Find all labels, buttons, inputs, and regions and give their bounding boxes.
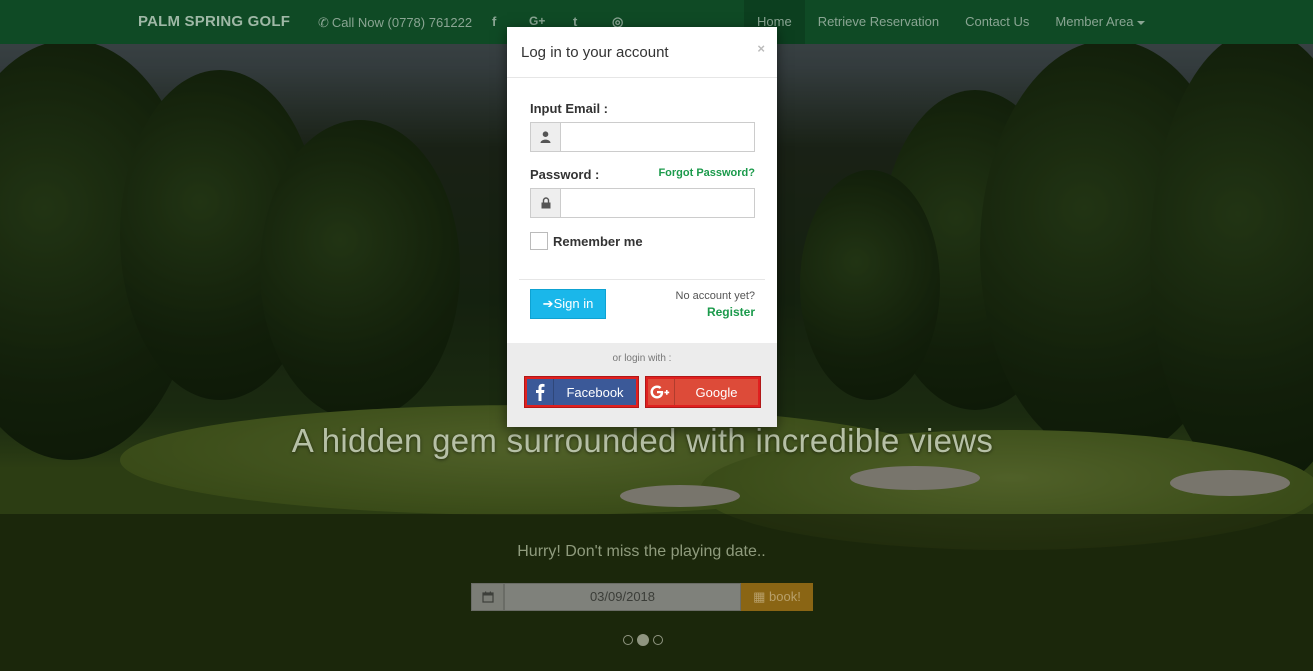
- email-input-group: [530, 122, 755, 152]
- google-login-button[interactable]: Google: [646, 377, 760, 407]
- user-icon: [530, 122, 560, 152]
- no-account-text: No account yet?: [675, 290, 756, 302]
- password-label: Password :: [530, 167, 600, 182]
- nav-contact-us[interactable]: Contact Us: [952, 0, 1042, 44]
- register-link[interactable]: Register: [707, 305, 755, 319]
- brand-logo[interactable]: PALM SPRING GOLF: [138, 13, 290, 30]
- hero-title: A hidden gem surrounded with incredible …: [291, 422, 994, 459]
- facebook-icon: [527, 379, 554, 405]
- nav-member-area-label: Member Area: [1055, 14, 1134, 29]
- facebook-login-button[interactable]: Facebook: [525, 377, 638, 407]
- modal-divider: [519, 279, 765, 280]
- sign-in-button[interactable]: ➔Sign in: [530, 289, 606, 319]
- calendar-check-icon: ▦: [753, 589, 766, 604]
- facebook-login-label: Facebook: [566, 384, 624, 400]
- login-modal: Log in to your account × Input Email : P…: [507, 27, 777, 427]
- carousel-dot-active[interactable]: [637, 634, 649, 646]
- call-now-link[interactable]: ✆ Call Now (0778) 761222: [318, 15, 472, 31]
- forgot-password-link[interactable]: Forgot Password?: [658, 167, 755, 179]
- chevron-down-icon: [1137, 20, 1146, 25]
- google-login-label: Google: [695, 384, 738, 400]
- sign-in-icon: ➔: [542, 296, 554, 311]
- main-nav: Home Retrieve Reservation Contact Us Mem…: [744, 0, 1158, 44]
- modal-header: Log in to your account ×: [507, 27, 777, 78]
- social-login-footer: or login with : Facebook Google: [507, 343, 777, 427]
- nav-member-area[interactable]: Member Area: [1042, 0, 1158, 44]
- booking-date-group: 03/09/2018 ▦ book!: [471, 583, 813, 611]
- password-input[interactable]: [560, 188, 755, 218]
- remember-me-checkbox[interactable]: [530, 232, 548, 250]
- google-plus-icon: [648, 379, 675, 405]
- calendar-icon[interactable]: [471, 583, 504, 611]
- remember-me-label[interactable]: Remember me: [553, 234, 643, 249]
- hurry-text: Hurry! Don't miss the playing date..: [517, 543, 766, 560]
- book-button[interactable]: ▦ book!: [741, 583, 813, 611]
- email-input[interactable]: [560, 122, 755, 152]
- phone-icon: ✆: [318, 15, 329, 30]
- lock-icon: [530, 188, 560, 218]
- email-label: Input Email :: [530, 101, 608, 116]
- facebook-icon[interactable]: f: [492, 14, 496, 29]
- modal-title: Log in to your account: [521, 44, 669, 61]
- google-plus-icon[interactable]: G+: [529, 14, 545, 28]
- or-login-text: or login with :: [612, 353, 672, 364]
- carousel-dot[interactable]: [653, 635, 663, 645]
- close-icon[interactable]: ×: [757, 41, 765, 56]
- carousel-dot[interactable]: [623, 635, 633, 645]
- book-button-label: book!: [769, 589, 801, 604]
- call-now-text: Call Now (0778) 761222: [331, 15, 473, 30]
- date-input[interactable]: 03/09/2018: [504, 583, 741, 611]
- sign-in-label: Sign in: [553, 296, 594, 311]
- password-input-group: [530, 188, 755, 218]
- nav-retrieve-reservation[interactable]: Retrieve Reservation: [805, 0, 952, 44]
- carousel-indicators: [623, 634, 663, 646]
